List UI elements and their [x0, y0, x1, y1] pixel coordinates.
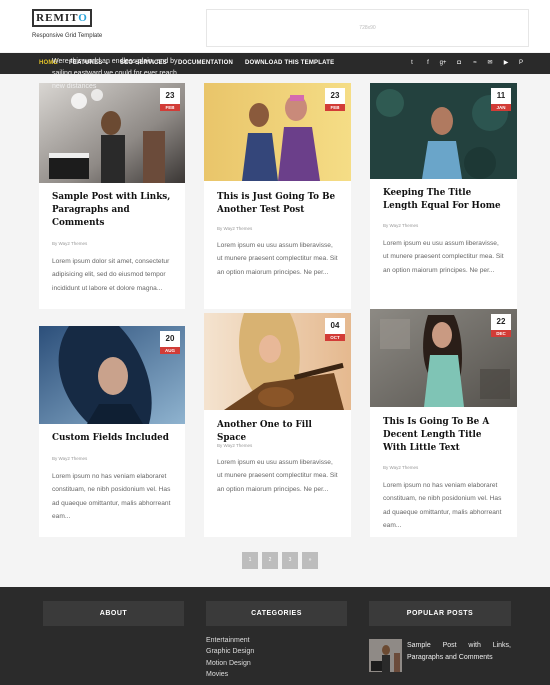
- categories-heading: CATEGORIES: [206, 601, 347, 626]
- post-author[interactable]: By Way2 Themes: [52, 241, 87, 246]
- post-date-day: 11: [496, 91, 506, 100]
- post-date-month: JAN: [491, 104, 511, 111]
- category-link[interactable]: Movies: [206, 669, 254, 680]
- post-excerpt: Lorem ipsum eu usu assum liberavisse, ut…: [217, 459, 338, 493]
- category-link[interactable]: Motion Design: [206, 658, 254, 669]
- google-plus-icon[interactable]: g+: [438, 53, 448, 74]
- post-date-day: 20: [165, 334, 175, 343]
- about-heading: ABOUT: [43, 601, 184, 626]
- post-title[interactable]: Keeping The Title Length Equal For Home: [383, 187, 507, 213]
- post-excerpt: Lorem ipsum no has veniam elaboraret con…: [383, 482, 502, 530]
- about-text: Were this world an endless plain, and by…: [52, 58, 178, 90]
- ad-size-label: 728x90: [359, 25, 376, 31]
- instagram-icon[interactable]: ◘: [454, 53, 464, 74]
- pinterest-icon[interactable]: P: [516, 53, 526, 74]
- youtube-icon[interactable]: ▶: [501, 53, 511, 74]
- post-author[interactable]: By Way2 Themes: [217, 226, 252, 231]
- logo-text: REMITO: [36, 12, 88, 24]
- post-date-month: FEB: [160, 104, 180, 111]
- site-header: REMITO Responsive Grid Template 728x90: [0, 0, 550, 52]
- post-date-badge: 23 FEB: [325, 88, 345, 111]
- post-date-badge: 20 AUG: [160, 331, 180, 354]
- post-author[interactable]: By Way2 Themes: [383, 465, 418, 470]
- post-date-month: AUG: [160, 347, 180, 354]
- post-excerpt: Lorem ipsum no has veniam elaboraret con…: [52, 473, 171, 521]
- post-excerpt: Lorem ipsum eu usu assum liberavisse, ut…: [383, 240, 504, 274]
- post-date-day: 04: [330, 321, 340, 330]
- category-link[interactable]: Graphic Design: [206, 646, 254, 657]
- post-excerpt: Lorem ipsum dolor sit amet, consectetur …: [52, 258, 170, 292]
- post-date-month: OCT: [325, 334, 345, 341]
- header-ad-banner[interactable]: 728x90: [206, 9, 529, 47]
- post-date-badge: 04 OCT: [325, 318, 345, 341]
- twitter-icon[interactable]: t: [407, 53, 417, 74]
- post-date-badge: 11 JAN: [491, 88, 511, 111]
- email-icon[interactable]: ✉: [485, 53, 495, 74]
- post-author[interactable]: By Way2 Themes: [217, 443, 252, 448]
- post-title[interactable]: Custom Fields Included: [52, 432, 175, 445]
- post-title[interactable]: This is Just Going To Be Another Test Po…: [217, 191, 341, 217]
- popular-post-title[interactable]: Sample Post with Links, Paragraphs and C…: [407, 640, 511, 664]
- popular-posts-heading: POPULAR POSTS: [369, 601, 511, 626]
- post-card: 04 OCT Another One to Fill Space By Way2…: [204, 313, 351, 537]
- post-title[interactable]: Sample Post with Links, Paragraphs and C…: [52, 191, 175, 230]
- page-2-button[interactable]: 2: [262, 552, 278, 569]
- post-date-month: FEB: [325, 104, 345, 111]
- post-card: 11 JAN Keeping The Title Length Equal Fo…: [370, 83, 517, 309]
- post-card: 23 FEB Sample Post with Links, Paragraph…: [39, 83, 185, 309]
- nav-documentation[interactable]: DOCUMENTATION: [178, 53, 233, 74]
- popular-post-thumbnail[interactable]: [369, 639, 402, 672]
- post-card: 20 AUG Custom Fields Included By Way2 Th…: [39, 326, 185, 537]
- post-title[interactable]: Another One to Fill Space: [217, 419, 341, 445]
- post-excerpt: Lorem ipsum eu usu assum liberavisse, ut…: [217, 242, 338, 276]
- category-link[interactable]: Entertainment: [206, 635, 254, 646]
- page-3-button[interactable]: 3: [282, 552, 298, 569]
- post-author[interactable]: By Way2 Themes: [383, 223, 418, 228]
- post-date-day: 23: [330, 91, 340, 100]
- facebook-icon[interactable]: f: [423, 53, 433, 74]
- post-title[interactable]: This Is Going To Be A Decent Length Titl…: [383, 416, 507, 455]
- post-card: 23 FEB This is Just Going To Be Another …: [204, 83, 351, 309]
- next-page-button[interactable]: »: [302, 552, 318, 569]
- page-1-button[interactable]: 1: [242, 552, 258, 569]
- site-tagline: Responsive Grid Template: [32, 33, 103, 39]
- post-date-month: DEC: [491, 330, 511, 337]
- pagination: 1 2 3 »: [242, 552, 318, 569]
- post-date-day: 22: [496, 317, 506, 326]
- post-card: 22 DEC This Is Going To Be A Decent Leng…: [370, 309, 517, 537]
- nav-download-template[interactable]: DOWNLOAD THIS TEMPLATE: [245, 53, 334, 74]
- post-author[interactable]: By Way2 Themes: [52, 456, 87, 461]
- category-list: Entertainment Graphic Design Motion Desi…: [206, 635, 254, 680]
- post-date-badge: 22 DEC: [491, 314, 511, 337]
- rss-icon[interactable]: ≈: [470, 53, 480, 74]
- site-footer: ABOUT CATEGORIES POPULAR POSTS: [0, 587, 550, 685]
- site-logo[interactable]: REMITO: [32, 9, 92, 27]
